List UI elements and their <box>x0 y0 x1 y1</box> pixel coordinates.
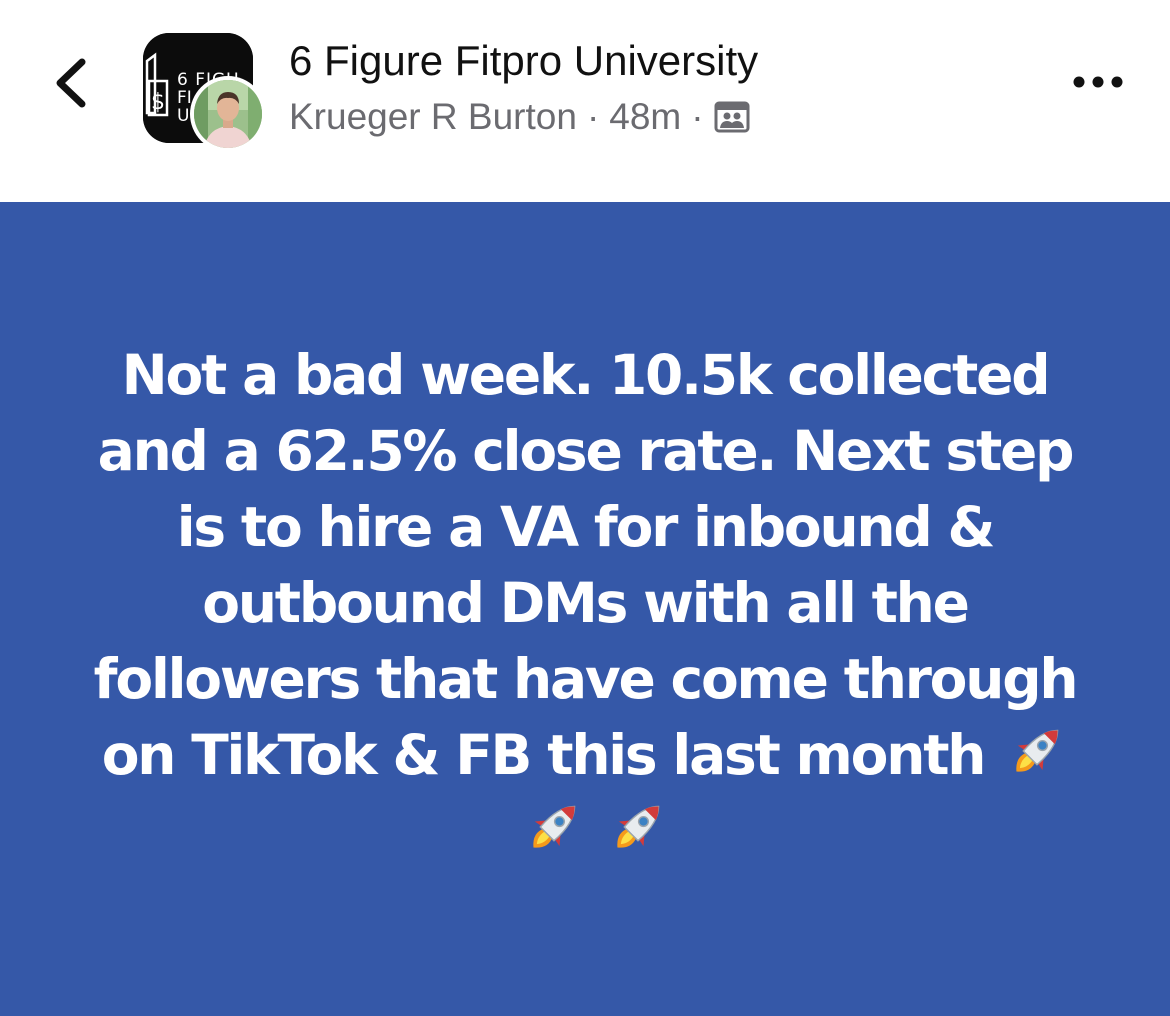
meta-separator: · <box>586 96 600 137</box>
post-meta: Krueger R Burton · 48m · <box>289 93 750 141</box>
rocket-emoji-icon <box>523 796 585 858</box>
svg-text:$: $ <box>151 90 165 115</box>
rocket-emoji-icon <box>607 796 669 858</box>
author-name-link[interactable]: Krueger R Burton <box>289 96 577 138</box>
svg-text:FI: FI <box>177 88 192 108</box>
group-audience-icon <box>714 99 750 135</box>
post-timestamp[interactable]: 48m <box>609 96 681 138</box>
post-body: Not a bad week. 10.5k collected and a 62… <box>85 337 1085 869</box>
chevron-left-icon <box>56 58 86 108</box>
back-button[interactable] <box>44 50 104 114</box>
author-avatar[interactable] <box>190 76 266 152</box>
post-header: $ 6 FIGU FI U 6 Figure Fitpro Un <box>0 0 1170 202</box>
post-text: Not a bad week. 10.5k collected and a 62… <box>93 343 1079 787</box>
more-options-button[interactable] <box>1068 60 1128 104</box>
rocket-emoji-icon <box>1006 720 1068 782</box>
svg-text:U: U <box>177 106 189 126</box>
more-horizontal-icon <box>1073 76 1123 88</box>
meta-separator: · <box>691 96 704 137</box>
group-name-link[interactable]: 6 Figure Fitpro University <box>289 36 758 86</box>
author-photo <box>194 80 262 148</box>
post-text-card: Not a bad week. 10.5k collected and a 62… <box>0 202 1170 1016</box>
